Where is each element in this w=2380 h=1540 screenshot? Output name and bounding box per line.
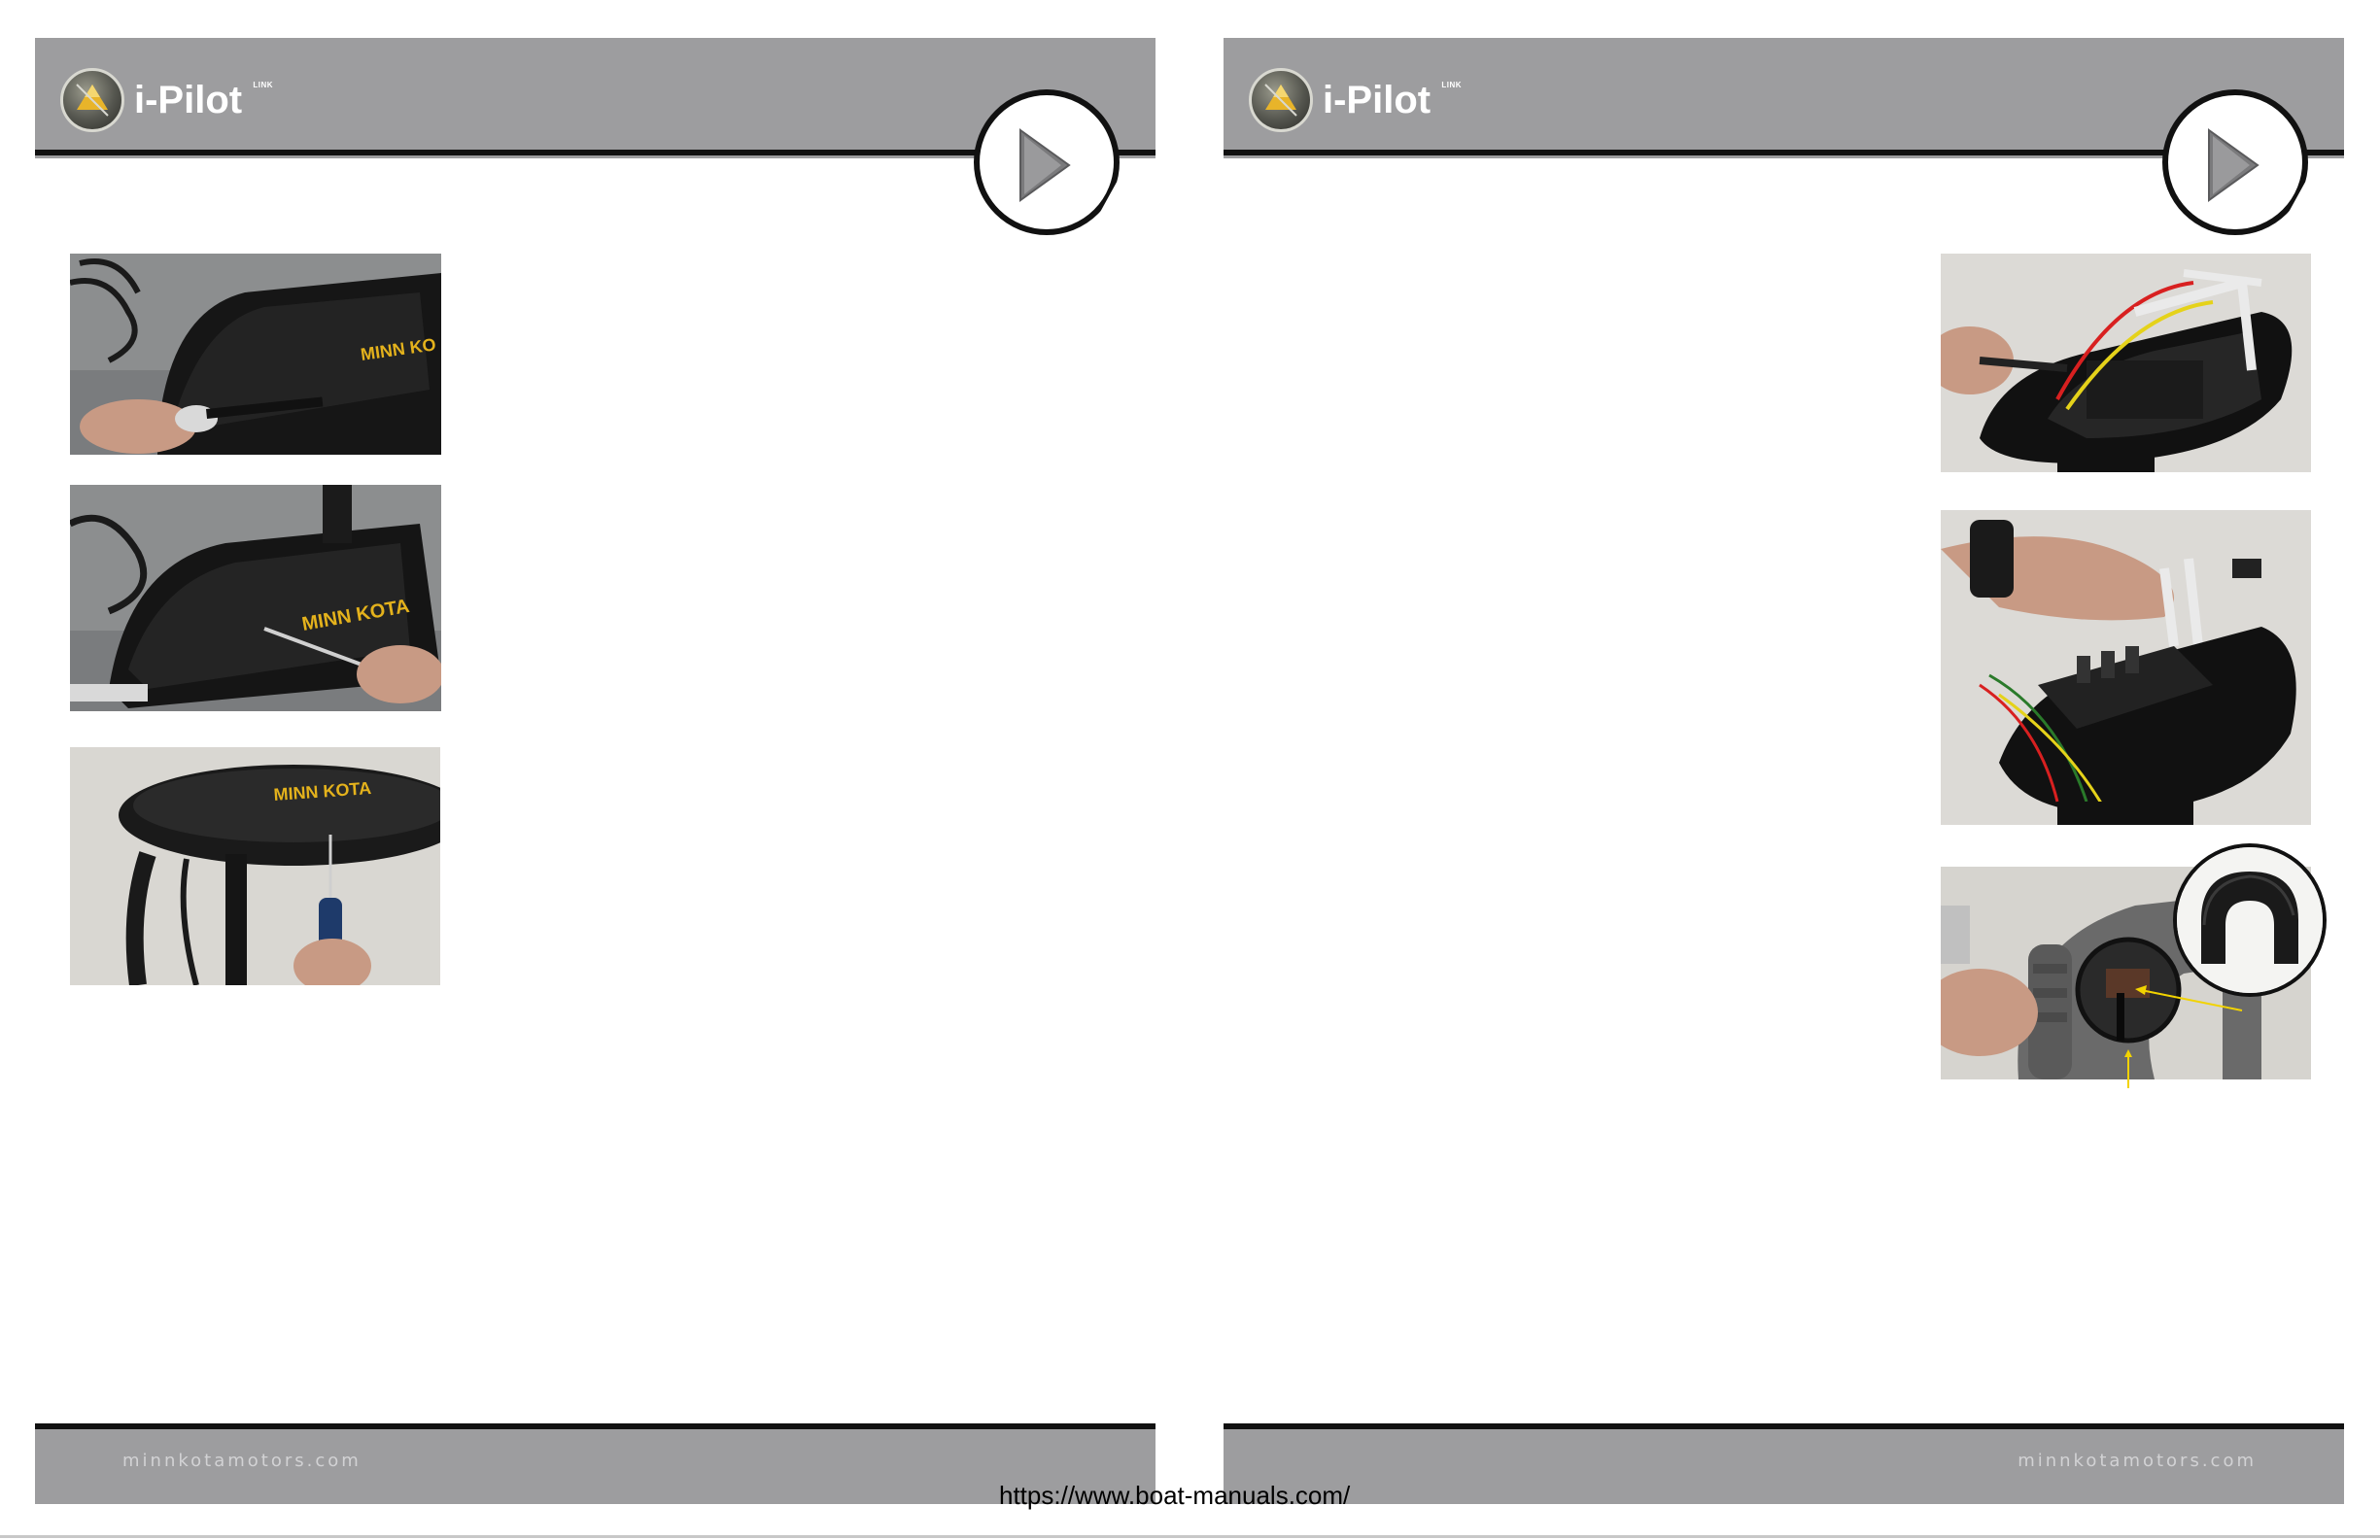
- photo-control-box-plug: MINN KO: [70, 254, 441, 455]
- play-arrow-icon: [2208, 128, 2259, 202]
- grommet-detail-callout: [2173, 843, 2327, 997]
- photo-motor-head-screwdriver: MINN KOTA: [70, 747, 440, 985]
- right-page: i-Pilot LINK minnkotamotors.com: [1224, 0, 2344, 1540]
- footer-website[interactable]: minnkotamotors.com: [122, 1451, 362, 1471]
- bottom-rule: [0, 1535, 2380, 1538]
- logo-text: i-Pilot LINK: [134, 78, 273, 122]
- triangle-badge-icon: [60, 68, 124, 132]
- logo-superscript: LINK: [253, 80, 274, 89]
- triangle-badge-icon: [1249, 68, 1313, 132]
- callout-pointer: [2124, 1049, 2132, 1088]
- page-footer: minnkotamotors.com: [1224, 1429, 2344, 1504]
- footer-website[interactable]: minnkotamotors.com: [2018, 1451, 2257, 1471]
- next-page-button[interactable]: [2162, 89, 2308, 235]
- photo-control-box-screwdriver: MINN KOTA: [70, 485, 441, 711]
- play-arrow-icon: [1019, 128, 1071, 202]
- logo-wordmark: i-Pilot: [134, 78, 243, 121]
- logo-text: i-Pilot LINK: [1323, 78, 1462, 122]
- photo-open-head-pliers: [1941, 254, 2311, 472]
- ipilot-logo: i-Pilot LINK: [1249, 68, 1462, 132]
- logo-superscript: LINK: [1441, 80, 1463, 89]
- source-url-watermark[interactable]: https://www.boat-manuals.com/: [999, 1481, 1350, 1511]
- next-page-button[interactable]: [974, 89, 1120, 235]
- logo-wordmark: i-Pilot: [1323, 78, 1431, 121]
- page-footer: minnkotamotors.com: [35, 1429, 1156, 1504]
- left-page: i-Pilot LINK MINN KO MINN KOTA MINN KOTA…: [35, 0, 1156, 1540]
- photo-lift-circuit-board: [1941, 510, 2311, 825]
- ipilot-logo: i-Pilot LINK: [60, 68, 273, 132]
